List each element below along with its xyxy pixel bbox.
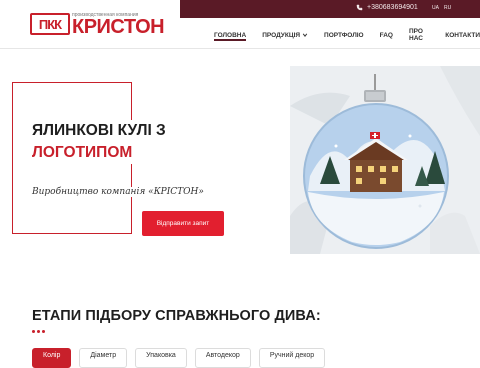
hero-title-line1: ЯЛИНКОВІ КУЛІ З [32, 122, 166, 139]
phone-number: +380683694901 [367, 4, 418, 11]
send-request-button[interactable]: Відправити запит [142, 211, 224, 236]
logo-name: КРИСТОН [72, 16, 165, 38]
nav-products[interactable]: ПРОДУКЦІЯ [262, 28, 308, 42]
lang-ua[interactable]: UA [432, 5, 439, 11]
language-switcher: UA RU [432, 5, 451, 11]
logo-mark: ПКК [30, 13, 70, 35]
nav-contacts[interactable]: КОНТАКТИ [445, 28, 480, 42]
tab-color[interactable]: Колір [32, 348, 72, 368]
divider [0, 48, 480, 49]
nav-faq[interactable]: FAQ [380, 28, 393, 42]
hero-title: ЯЛИНКОВІ КУЛІ З ЛОГОТИПОМ [32, 120, 172, 164]
tab-packaging[interactable]: Упаковка [135, 348, 187, 368]
tab-diameter[interactable]: Діаметр [79, 348, 128, 368]
stage-tabs: Колір Діаметр Упаковка Автодекор Ручний … [32, 348, 326, 368]
section-title: ЕТАПИ ПІДБОРУ СПРАВЖНЬОГО ДИВА: [32, 308, 321, 324]
nav-home[interactable]: ГОЛОВНА [214, 28, 247, 42]
phone-icon [356, 4, 363, 11]
ornament-illustration [290, 66, 480, 254]
nav-about[interactable]: ПРО НАС [409, 28, 429, 42]
phone-link[interactable]: +380683694901 [356, 4, 418, 11]
header: +380683694901 UA RU ПКК производственная… [0, 0, 480, 48]
hero-title-line2: ЛОГОТИПОМ [32, 144, 133, 161]
tab-auto-decor[interactable]: Автодекор [194, 348, 251, 368]
hero-frame-left [12, 82, 13, 234]
tab-hand-decor[interactable]: Ручний декор [258, 348, 326, 368]
lang-ru[interactable]: RU [444, 5, 451, 11]
main-nav: ГОЛОВНА ПРОДУКЦІЯ ПОРТФОЛІО FAQ ПРО НАС … [214, 28, 480, 42]
hero-image-ornament [290, 66, 480, 254]
nav-portfolio[interactable]: ПОРТФОЛІО [324, 28, 364, 42]
hero-subtitle: Виробництво компанія «КРІСТОН» [32, 187, 208, 197]
section-dots [32, 330, 45, 333]
chevron-down-icon [302, 33, 308, 37]
logo[interactable]: ПКК производственная компания КРИСТОН [30, 12, 165, 38]
